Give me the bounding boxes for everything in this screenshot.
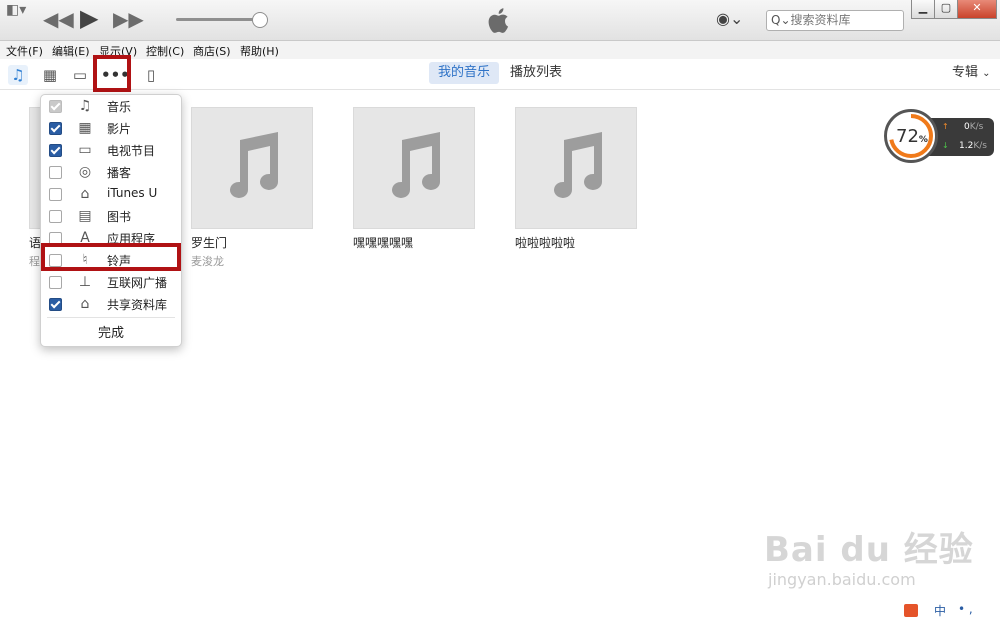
checkbox[interactable]	[49, 276, 62, 289]
usage-percent: 72%	[896, 126, 928, 147]
dropdown-item-label: 共享资料库	[107, 298, 168, 312]
previous-track-button[interactable]: ◀◀	[43, 7, 74, 31]
search-input[interactable]: Q⌄搜索资料库	[766, 10, 904, 31]
dropdown-item-tv[interactable]: ▭ 电视节目	[41, 139, 181, 161]
checkbox[interactable]	[49, 298, 62, 311]
next-track-button[interactable]: ▶▶	[113, 7, 144, 31]
book-icon: ▤	[78, 208, 92, 224]
checkbox[interactable]	[49, 166, 62, 179]
account-icon[interactable]: ◉⌄	[716, 9, 743, 28]
chevron-down-icon: ⌄	[982, 68, 991, 79]
dropdown-item-label: 图书	[107, 210, 132, 224]
media-kind-dropdown: ♫ 音乐 ▦ 影片 ▭ 电视节目 ◎ 播客 ⌂ iTunes U ▤ 图书 A …	[40, 94, 182, 347]
network-speed-widget[interactable]: 72% ↑ 0K/s ↓ 1.2K/s	[884, 109, 994, 165]
download-speed: 1.2K/s	[959, 141, 987, 151]
dropdown-item-shared-library[interactable]: ⌂ 共享资料库	[41, 293, 181, 315]
album-title: 嘿嘿嘿嘿嘿	[353, 236, 414, 250]
minimize-button[interactable]: ▁	[911, 0, 935, 19]
baidu-watermark: Bai du 经验 jingyan.baidu.com	[764, 512, 994, 592]
device-icon[interactable]: ▯	[141, 65, 161, 85]
search-icon: Q⌄	[771, 13, 791, 27]
watermark-url: jingyan.baidu.com	[768, 570, 916, 589]
checkbox[interactable]	[49, 144, 62, 157]
dropdown-item-movies[interactable]: ▦ 影片	[41, 117, 181, 139]
dropdown-item-label: iTunes U	[107, 186, 158, 200]
home-share-icon: ⌂	[80, 296, 90, 312]
done-button[interactable]: 完成	[41, 322, 181, 341]
upload-speed: 0K/s	[964, 122, 984, 132]
dropdown-item-label: 电视节目	[107, 144, 156, 158]
music-note-icon	[554, 132, 602, 198]
tv-icon[interactable]: ▭	[70, 65, 90, 85]
film-icon: ▦	[78, 120, 92, 136]
sidebar-toggle-icon[interactable]: ◧▾	[6, 2, 26, 18]
close-button[interactable]: ✕	[957, 0, 997, 19]
checkbox[interactable]	[49, 100, 62, 113]
view-selector-label: 专辑	[952, 65, 979, 80]
ringtone-highlight	[41, 243, 181, 271]
album-title: 罗生门	[191, 236, 228, 250]
graduation-cap-icon: ⌂	[80, 186, 90, 202]
punctuation-icon: • ,	[958, 602, 973, 616]
play-button[interactable]: ▶	[80, 4, 98, 32]
tab-my-music[interactable]: 我的音乐	[429, 62, 499, 84]
volume-knob[interactable]	[252, 12, 268, 28]
album-artist: 麦浚龙	[191, 255, 224, 268]
media-toolbar: ♫ ▦ ▭ ••• ▯	[0, 59, 1000, 90]
album-art	[353, 107, 475, 229]
menu-edit[interactable]: 编辑(E)	[52, 43, 90, 59]
volume-slider[interactable]	[176, 18, 260, 21]
menu-help[interactable]: 帮助(H)	[240, 43, 279, 59]
tray-icons: 中 • ,	[904, 602, 1000, 618]
view-selector[interactable]: 专辑 ⌄	[952, 62, 991, 85]
dropdown-item-label: 播客	[107, 166, 132, 180]
checkbox[interactable]	[49, 210, 62, 223]
menu-bar: 文件(F) 编辑(E) 显示(V) 控制(C) 商店(S) 帮助(H)	[0, 41, 1000, 59]
music-note-icon	[230, 132, 278, 198]
menu-controls[interactable]: 控制(C)	[146, 43, 184, 59]
antenna-icon: ⊥	[78, 274, 92, 290]
checkbox[interactable]	[49, 188, 62, 201]
film-icon[interactable]: ▦	[40, 65, 60, 85]
apple-logo-icon	[488, 8, 509, 33]
music-note-icon[interactable]: ♫	[8, 65, 28, 85]
more-button-highlight	[93, 55, 131, 92]
tv-icon: ▭	[78, 142, 92, 158]
ime-mode-icon: 中	[934, 604, 947, 618]
dropdown-item-podcasts[interactable]: ◎ 播客	[41, 161, 181, 183]
upload-arrow-icon: ↑	[942, 122, 949, 131]
dropdown-item-label: 音乐	[107, 100, 132, 114]
album-tile[interactable]: 啦啦啦啦啦	[515, 107, 637, 253]
dropdown-item-label: 影片	[107, 122, 132, 136]
search-placeholder: 搜索资料库	[790, 13, 851, 27]
music-note-icon	[392, 132, 440, 198]
music-note-icon: ♫	[78, 98, 92, 114]
album-art	[191, 107, 313, 229]
menu-file[interactable]: 文件(F)	[6, 43, 43, 59]
album-tile[interactable]: 嘿嘿嘿嘿嘿	[353, 107, 475, 253]
checkbox[interactable]	[49, 122, 62, 135]
dropdown-item-itunes-u[interactable]: ⌂ iTunes U	[41, 183, 181, 205]
watermark-logo: Bai du 经验	[764, 530, 974, 570]
album-art	[515, 107, 637, 229]
dropdown-item-books[interactable]: ▤ 图书	[41, 205, 181, 227]
album-title: 啦啦啦啦啦	[515, 236, 576, 250]
album-tile[interactable]: 罗生门 麦浚龙	[191, 107, 313, 269]
title-bar: ◧▾ ◀◀ ▶ ▶▶ ◉⌄ Q⌄搜索资料库 ▁ ▢ ✕	[0, 0, 1000, 41]
ime-icon	[904, 604, 918, 617]
restore-button[interactable]: ▢	[934, 0, 958, 19]
podcast-icon: ◎	[78, 164, 92, 180]
download-arrow-icon: ↓	[942, 141, 949, 150]
tab-playlists[interactable]: 播放列表	[510, 62, 562, 84]
dropdown-divider	[47, 317, 175, 318]
dropdown-item-music[interactable]: ♫ 音乐	[41, 95, 181, 117]
usage-ring: 72%	[884, 109, 938, 163]
dropdown-item-label: 互联网广播	[107, 276, 168, 290]
dropdown-item-internet-radio[interactable]: ⊥ 互联网广播	[41, 271, 181, 293]
menu-store[interactable]: 商店(S)	[193, 43, 231, 59]
